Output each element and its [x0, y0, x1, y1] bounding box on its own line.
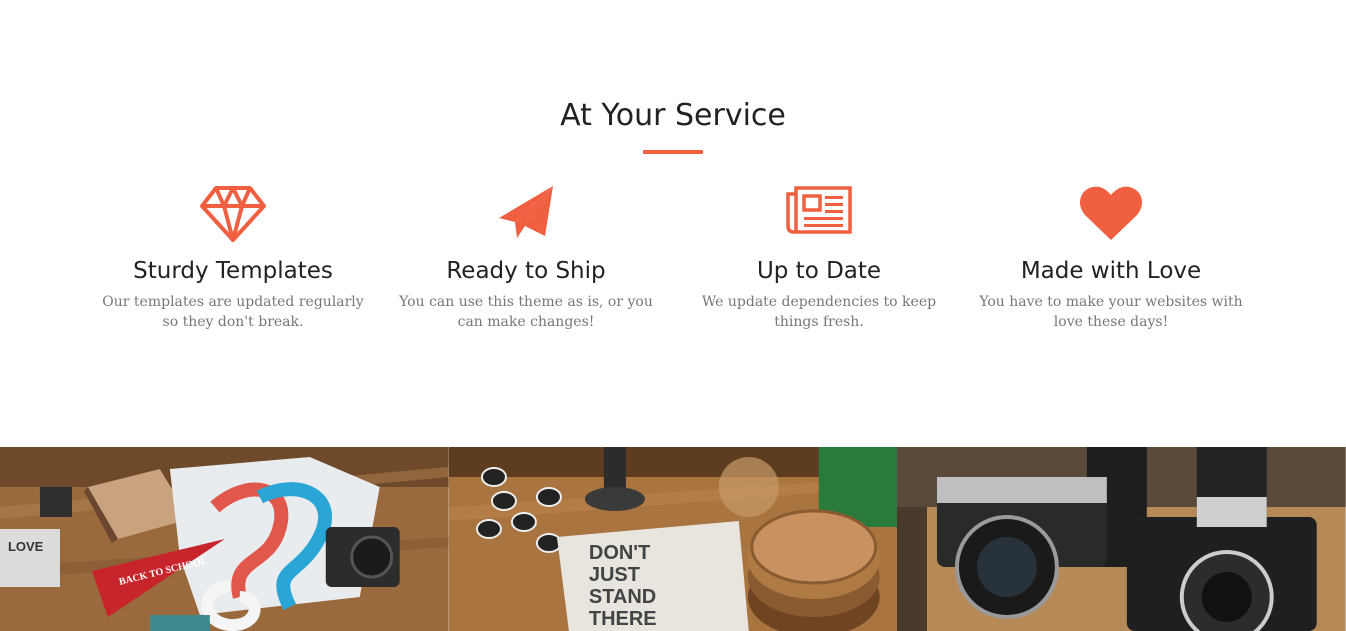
paper-plane-icon	[499, 186, 553, 238]
service-description: You have to make your websites with love…	[979, 294, 1243, 330]
service-item: Up to Date We update dependencies to kee…	[684, 180, 954, 332]
diamond-icon	[200, 186, 266, 242]
service-item: Ready to Ship You can use this theme as …	[391, 180, 661, 332]
portfolio-strip: LOVE BACK TO SCHOOL DON'T JUST STAND THE…	[0, 447, 1346, 631]
service-description: We update dependencies to keep things fr…	[701, 294, 937, 330]
service-item: Made with Love You have to make your web…	[976, 180, 1246, 332]
services-section: At Your Service Sturdy Templates Our tem…	[0, 0, 1346, 447]
dont-just-stand-there-card: DON'T JUST STAND THERE	[556, 521, 749, 631]
coaster-table-photo[interactable]: DON'T JUST STAND THERE	[448, 447, 898, 631]
card-text-line: THERE	[589, 608, 657, 630]
love-sign: LOVE	[0, 529, 60, 587]
card-text-line: DON'T	[589, 542, 650, 564]
sign-text-love: LOVE	[8, 539, 44, 554]
section-title: At Your Service	[560, 98, 786, 133]
vintage-cameras-photo[interactable]	[897, 447, 1346, 631]
heart-icon	[1080, 186, 1142, 240]
newspaper-icon	[786, 186, 852, 234]
service-title: Ready to Ship	[446, 258, 606, 284]
service-title: Sturdy Templates	[133, 258, 333, 284]
service-description: You can use this theme as is, or you can…	[399, 294, 653, 330]
service-title: Up to Date	[756, 258, 882, 284]
service-title: Made with Love	[1020, 258, 1202, 284]
card-text-line: STAND	[589, 586, 656, 608]
desk-flatlay-photo[interactable]: LOVE BACK TO SCHOOL	[0, 447, 449, 631]
card-text-line: JUST	[589, 564, 640, 586]
title-divider	[643, 150, 703, 154]
service-description: Our templates are updated regularly so t…	[102, 294, 364, 330]
service-item: Sturdy Templates Our templates are updat…	[98, 180, 368, 332]
